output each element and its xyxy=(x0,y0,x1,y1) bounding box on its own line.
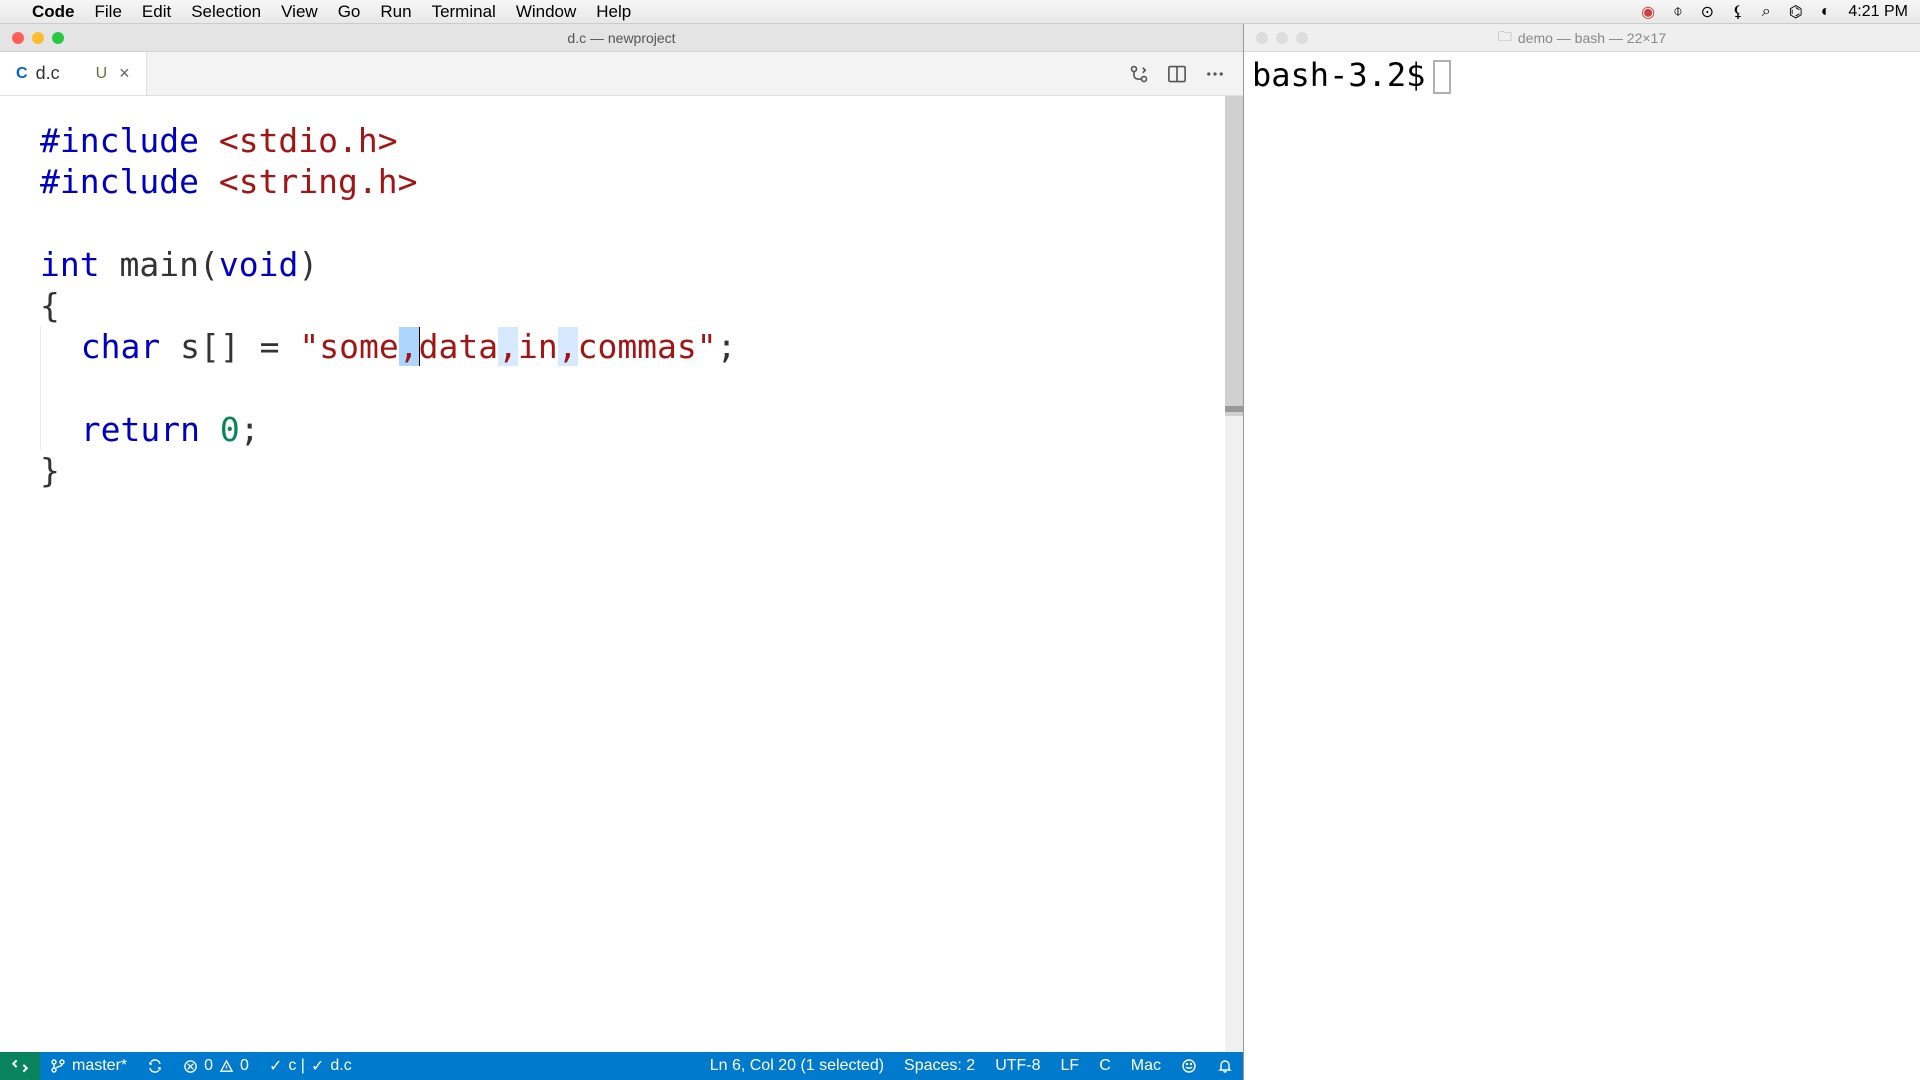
code-token: <stdio.h> xyxy=(219,121,398,160)
code-token: commas xyxy=(578,327,697,366)
tasks-indicator[interactable]: ✓c | ✓d.c xyxy=(259,1052,362,1080)
close-window-button[interactable] xyxy=(12,32,24,44)
code-token: data xyxy=(419,327,498,366)
code-token: 0 xyxy=(220,410,240,449)
window-title: d.c — newproject xyxy=(567,30,675,46)
terminal-prompt: bash-3.2$ xyxy=(1252,56,1425,94)
code-token: } xyxy=(40,451,60,490)
menu-edit[interactable]: Edit xyxy=(142,2,171,22)
tab-filename: d.c xyxy=(36,63,60,84)
terminal-body[interactable]: bash-3.2$ xyxy=(1244,52,1920,1080)
git-status-badge: U xyxy=(96,65,108,83)
editor-tab-dc[interactable]: C d.c U × xyxy=(0,52,147,95)
terminal-window-controls xyxy=(1244,32,1308,44)
remote-indicator[interactable] xyxy=(0,1052,40,1080)
notifications-icon[interactable] xyxy=(1207,1052,1243,1080)
code-token: = xyxy=(260,327,280,366)
error-count: 0 xyxy=(204,1057,213,1075)
minimize-window-button[interactable] xyxy=(32,32,44,44)
code-token: return xyxy=(81,410,200,449)
language-badge: C xyxy=(16,65,28,83)
terminal-title-text: demo — bash — 22×17 xyxy=(1518,30,1666,46)
wifi-icon[interactable]: ⚸ xyxy=(1732,2,1744,22)
code-token: ; xyxy=(717,327,737,366)
branch-name: master* xyxy=(72,1057,127,1075)
feedback-icon[interactable] xyxy=(1171,1052,1207,1080)
search-icon[interactable]: ⌕ xyxy=(1762,3,1771,21)
problems-indicator[interactable]: 0 0 xyxy=(173,1052,259,1080)
code-token: [] xyxy=(200,327,240,366)
terminal-window: 🗀 demo — bash — 22×17 bash-3.2$ xyxy=(1244,24,1920,1080)
match-highlight: , xyxy=(498,327,518,366)
screen-record-icon[interactable]: ◉ xyxy=(1641,2,1655,22)
menu-selection[interactable]: Selection xyxy=(191,2,261,22)
check-label: c | xyxy=(288,1057,305,1075)
editor-scrollbar[interactable] xyxy=(1225,96,1243,1052)
macos-menubar: Code File Edit Selection View Go Run Ter… xyxy=(0,0,1920,24)
terminal-minimize-button[interactable] xyxy=(1276,32,1288,44)
code-token: " xyxy=(299,327,319,366)
terminal-cursor xyxy=(1433,60,1451,94)
menu-view[interactable]: View xyxy=(281,2,318,22)
siri-icon[interactable]: ◐ xyxy=(1821,3,1831,21)
zoom-window-button[interactable] xyxy=(52,32,64,44)
overview-ruler-mark xyxy=(1225,406,1243,412)
app-menu[interactable]: Code xyxy=(32,2,75,22)
menu-file[interactable]: File xyxy=(95,2,122,22)
scrollbar-thumb[interactable] xyxy=(1225,96,1243,416)
compare-changes-icon[interactable] xyxy=(1129,62,1149,85)
bluetooth-icon[interactable]: ⌽ xyxy=(1673,3,1683,21)
code-token: ; xyxy=(240,410,260,449)
close-tab-icon[interactable]: × xyxy=(119,63,130,84)
code-token: { xyxy=(40,286,60,325)
terminal-zoom-button[interactable] xyxy=(1296,32,1308,44)
terminal-title: 🗀 demo — bash — 22×17 xyxy=(1498,26,1666,50)
encoding-indicator[interactable]: UTF-8 xyxy=(985,1052,1050,1080)
folder-icon: 🗀 xyxy=(1498,26,1512,50)
code-token: " xyxy=(697,327,717,366)
eol-indicator[interactable]: LF xyxy=(1051,1052,1090,1080)
control-center-icon[interactable]: ⌬ xyxy=(1789,2,1803,22)
code-token: #include xyxy=(40,121,199,160)
code-token: s xyxy=(180,327,200,366)
editor-tab-bar: C d.c U × xyxy=(0,52,1243,96)
terminal-titlebar[interactable]: 🗀 demo — bash — 22×17 xyxy=(1244,24,1920,52)
indentation-indicator[interactable]: Spaces: 2 xyxy=(894,1052,985,1080)
menu-terminal[interactable]: Terminal xyxy=(432,2,496,22)
window-controls xyxy=(0,32,64,44)
vscode-window: d.c — newproject C d.c U × #inc xyxy=(0,24,1244,1080)
code-token: void xyxy=(219,245,298,284)
code-editor[interactable]: #include <stdio.h> #include <string.h> i… xyxy=(0,96,1243,1052)
menubar-clock[interactable]: 4:21 PM xyxy=(1848,3,1908,21)
code-token: some xyxy=(319,327,398,366)
language-indicator[interactable]: C xyxy=(1089,1052,1121,1080)
menu-window[interactable]: Window xyxy=(516,2,576,22)
menu-go[interactable]: Go xyxy=(338,2,361,22)
warning-count: 0 xyxy=(240,1057,249,1075)
match-highlight: , xyxy=(558,327,578,366)
code-token: <string.h> xyxy=(219,162,418,201)
code-token: int xyxy=(40,245,100,284)
menubar-status-icons: ◉ ⌽ ⊙ ⚸ ⌕ ⌬ ◐ 4:21 PM xyxy=(1641,2,1908,22)
code-token: char xyxy=(81,327,160,366)
code-token: in xyxy=(518,327,558,366)
terminal-close-button[interactable] xyxy=(1256,32,1268,44)
more-actions-icon[interactable] xyxy=(1205,62,1225,85)
tab-actions xyxy=(1129,52,1243,95)
code-token: main xyxy=(119,245,198,284)
os-indicator[interactable]: Mac xyxy=(1121,1052,1171,1080)
check-label-2: d.c xyxy=(330,1057,351,1075)
menu-run[interactable]: Run xyxy=(380,2,411,22)
desktop: d.c — newproject C d.c U × #inc xyxy=(0,24,1920,1080)
git-branch-indicator[interactable]: master* xyxy=(40,1052,137,1080)
vscode-titlebar[interactable]: d.c — newproject xyxy=(0,24,1243,52)
code-token: #include xyxy=(40,162,199,201)
sync-icon[interactable]: ⊙ xyxy=(1701,2,1714,22)
selected-text: , xyxy=(399,327,419,366)
split-editor-icon[interactable] xyxy=(1167,62,1187,85)
cursor-position[interactable]: Ln 6, Col 20 (1 selected) xyxy=(700,1052,894,1080)
vscode-statusbar: master* 0 0 ✓c | ✓d.c Ln 6, Col 20 (1 se… xyxy=(0,1052,1243,1080)
menu-help[interactable]: Help xyxy=(596,2,631,22)
sync-button[interactable] xyxy=(137,1052,173,1080)
